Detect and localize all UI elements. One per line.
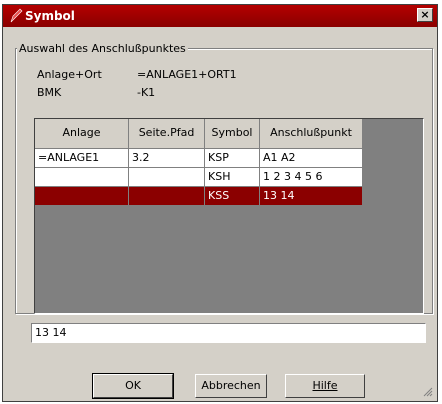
cell-anlage[interactable] (35, 187, 129, 206)
close-button[interactable]: × (417, 8, 433, 22)
cell-anlage[interactable]: =ANLAGE1 (35, 149, 129, 168)
column-header-symbol[interactable]: Symbol (205, 119, 260, 149)
column-header-anschlusspunkt[interactable]: Anschlußpunkt (260, 119, 363, 149)
cell-anschlusspunkt[interactable]: 1 2 3 4 5 6 (260, 168, 363, 187)
window-title: Symbol (25, 9, 75, 23)
resize-grip-icon[interactable] (421, 385, 433, 397)
anlage-ort-label: Anlage+Ort (37, 68, 102, 81)
anlage-ort-value: =ANLAGE1+ORT1 (137, 68, 237, 81)
cell-symbol[interactable]: KSS (205, 187, 260, 206)
column-header-seite-pfad[interactable]: Seite.Pfad (129, 119, 205, 149)
cell-symbol[interactable]: KSP (205, 149, 260, 168)
ok-button[interactable]: OK (92, 373, 174, 399)
bmk-value: -K1 (137, 86, 156, 99)
pencil-icon (10, 8, 23, 23)
title-bar[interactable]: Symbol × (3, 5, 437, 27)
group-legend: Auswahl des Anschlußpunktes (17, 42, 188, 55)
help-label: Hilfe (312, 379, 338, 392)
bmk-label: BMK (37, 86, 62, 99)
cell-anlage[interactable] (35, 168, 129, 187)
symbol-dialog: Symbol × Auswahl des Anschlußpunktes Anl… (2, 4, 438, 402)
cell-seite-pfad[interactable]: 3.2 (129, 149, 205, 168)
connection-table[interactable]: Anlage Seite.Pfad Symbol Anschlußpunkt =… (34, 118, 424, 314)
ok-label: OK (125, 379, 141, 392)
cell-seite-pfad[interactable] (129, 187, 205, 206)
cancel-button[interactable]: Abbrechen (195, 374, 267, 398)
help-button[interactable]: Hilfe (285, 374, 365, 398)
column-header-anlage[interactable]: Anlage (35, 119, 129, 149)
cell-anschlusspunkt[interactable]: A1 A2 (260, 149, 363, 168)
cancel-label: Abbrechen (201, 379, 261, 392)
selected-point-field[interactable]: 13 14 (31, 323, 426, 343)
cell-symbol[interactable]: KSH (205, 168, 260, 187)
cell-seite-pfad[interactable] (129, 168, 205, 187)
cell-anschlusspunkt[interactable]: 13 14 (260, 187, 363, 206)
